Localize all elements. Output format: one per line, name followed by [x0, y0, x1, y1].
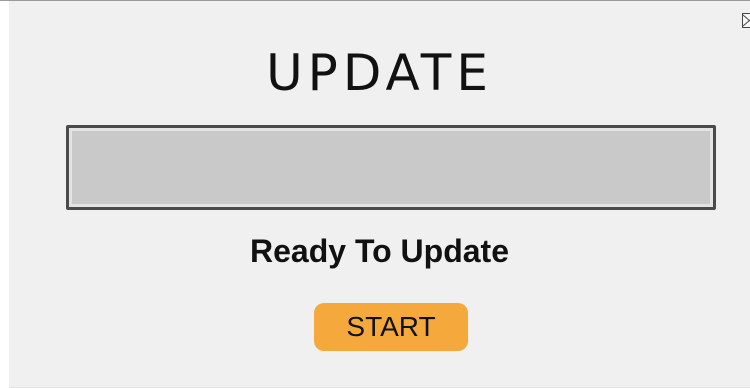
page-title: UPDATE [266, 44, 493, 102]
update-progress-bar [66, 125, 716, 210]
start-button[interactable]: START [314, 303, 468, 351]
update-window: UPDATE Ready To Update START [9, 1, 750, 388]
close-icon[interactable] [742, 13, 750, 28]
status-text: Ready To Update [250, 233, 509, 269]
